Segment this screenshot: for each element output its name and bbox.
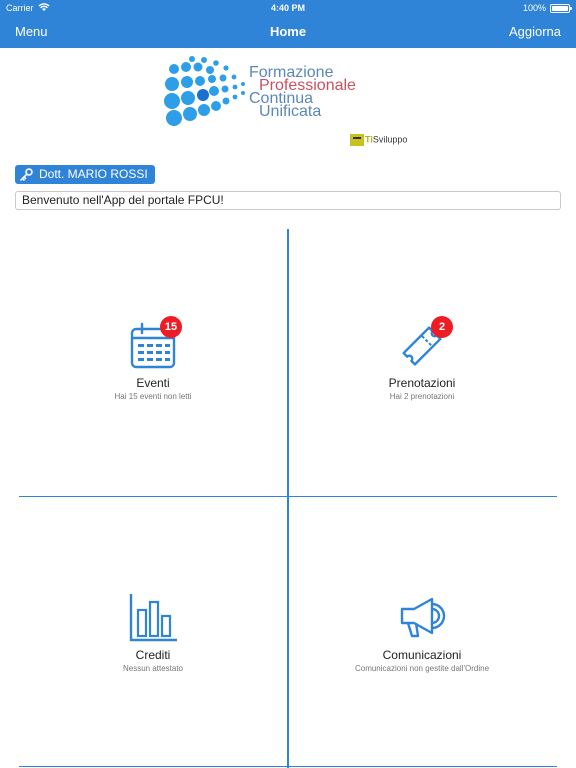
welcome-message: Benvenuto nell'App del portale FPCU! bbox=[15, 191, 561, 210]
user-badge: Dott. MARIO ROSSI bbox=[15, 165, 155, 184]
battery-percentage: 100% bbox=[522, 3, 546, 13]
status-bar: Carrier 4:40 PM 100% bbox=[0, 0, 576, 16]
refresh-button[interactable]: Aggiorna bbox=[509, 24, 561, 39]
grid-divider-bottom bbox=[19, 766, 557, 767]
prenotazioni-count-badge: 2 bbox=[431, 316, 453, 338]
grid-divider-horizontal bbox=[19, 496, 557, 497]
tile-crediti[interactable]: Crediti Nessun attestato bbox=[23, 592, 283, 673]
status-time: 4:40 PM bbox=[270, 3, 305, 13]
user-name: Dott. MARIO ROSSI bbox=[39, 167, 148, 181]
logo-text-line4: Unificata bbox=[259, 103, 322, 120]
tile-subtitle: Hai 2 prenotazioni bbox=[389, 392, 455, 401]
tile-comunicazioni[interactable]: Comunicazioni Comunicazioni non gestite … bbox=[292, 592, 552, 673]
navigation-bar: Menu Home Aggiorna bbox=[0, 16, 576, 48]
tile-subtitle: Nessun attestato bbox=[122, 664, 184, 673]
eventi-count-badge: 15 bbox=[160, 316, 182, 338]
fpcu-logo: Formazione Professionale Continua Unific… bbox=[162, 56, 422, 152]
sponsor-mark-icon bbox=[350, 134, 364, 146]
sponsor-logo: TiSviluppo bbox=[350, 134, 407, 146]
top-bar: Carrier 4:40 PM 100% Menu Home Aggiorna bbox=[0, 0, 576, 48]
megaphone-icon bbox=[400, 597, 446, 638]
logo-dots-graphic bbox=[164, 56, 245, 126]
tile-title: Crediti bbox=[135, 648, 171, 662]
tile-title: Prenotazioni bbox=[388, 376, 456, 390]
sponsor-prefix: Ti bbox=[365, 134, 373, 145]
bar-chart-icon bbox=[129, 594, 177, 642]
tile-title: Comunicazioni bbox=[382, 648, 462, 662]
tile-prenotazioni[interactable]: 2 Prenotazioni Hai 2 prenotazioni bbox=[292, 316, 552, 401]
tile-subtitle: Hai 15 eventi non letti bbox=[114, 392, 192, 401]
menu-button[interactable]: Menu bbox=[15, 24, 48, 39]
tile-subtitle: Comunicazioni non gestite dall'Ordine bbox=[354, 664, 490, 673]
sponsor-name: Sviluppo bbox=[372, 134, 408, 145]
tile-title: Eventi bbox=[136, 376, 170, 390]
tile-eventi[interactable]: 15 Eventi Hai 15 eventi non letti bbox=[23, 316, 283, 401]
battery-icon bbox=[550, 4, 572, 13]
page-title: Home bbox=[269, 24, 307, 39]
key-icon bbox=[20, 167, 33, 181]
grid-divider-vertical bbox=[287, 229, 289, 768]
